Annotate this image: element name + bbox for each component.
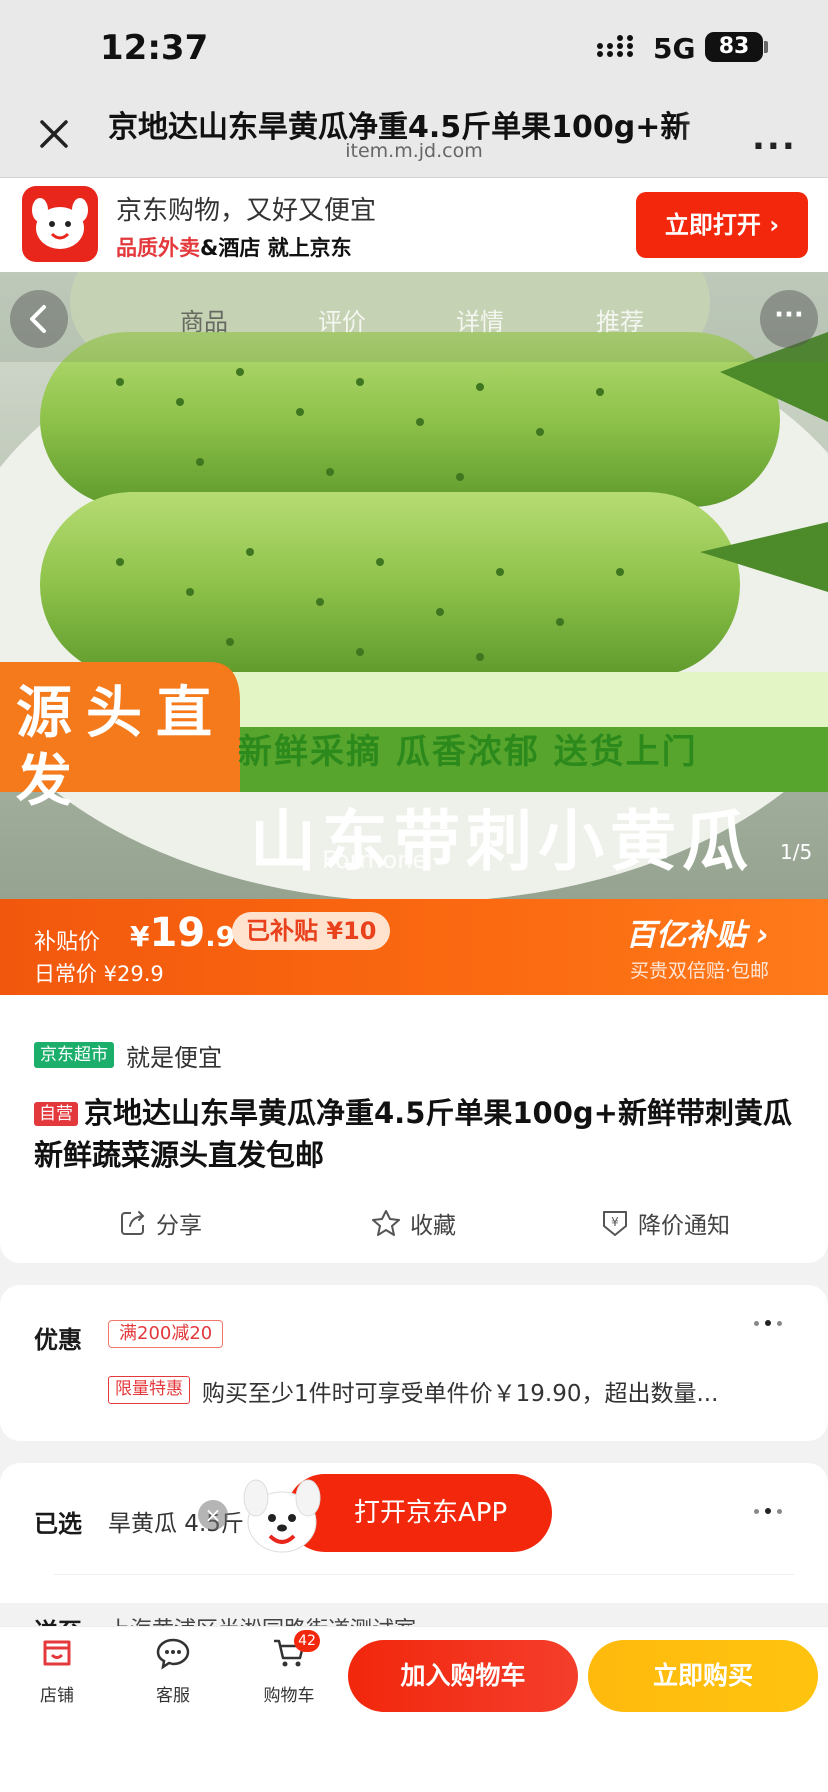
shop-button[interactable]: 店铺: [12, 1636, 102, 1706]
shop-label: 店铺: [40, 1686, 74, 1706]
page-domain: item.m.jd.com: [345, 140, 483, 162]
title-fade: [680, 102, 730, 142]
chevron-left-icon: [30, 305, 46, 333]
store-icon: [43, 1640, 71, 1666]
image-watermark: Formone: [322, 846, 428, 874]
banner-subline-rest: &酒店 就上京东: [200, 236, 352, 260]
back-button[interactable]: [10, 290, 68, 348]
tab-details[interactable]: 详情: [456, 302, 504, 337]
image-counter: 1/5: [780, 840, 813, 864]
add-to-cart-button[interactable]: 加入购物车: [348, 1640, 578, 1712]
share-label: 分享: [156, 1213, 202, 1239]
service-label: 客服: [156, 1686, 190, 1706]
coupon-tag: 满200减20: [108, 1320, 224, 1348]
network-label: 5G: [653, 32, 696, 65]
tab-reviews[interactable]: 评价: [318, 302, 366, 337]
share-button[interactable]: 分享: [118, 1206, 202, 1240]
product-image-carousel[interactable]: [0, 272, 828, 994]
more-menu-button[interactable]: ...: [752, 118, 797, 158]
favorite-label: 收藏: [410, 1213, 456, 1239]
subsidy-amount-badge: 已补贴 ¥10: [232, 912, 391, 950]
divider: [54, 1574, 794, 1575]
selection-more-icon[interactable]: [754, 1508, 782, 1514]
battery-indicator: 83: [705, 32, 763, 62]
star-icon: [372, 1210, 400, 1236]
price-tag-icon: ¥: [603, 1211, 627, 1236]
tab-product[interactable]: 商品: [180, 302, 228, 337]
price-integer: 19: [149, 910, 206, 956]
svg-text:¥: ¥: [611, 1215, 619, 1229]
product-photo: [0, 272, 828, 994]
close-float-button[interactable]: ×: [198, 1500, 228, 1530]
product-banner-tagline: 新鲜采摘 瓜香浓郁 送货上门: [238, 732, 698, 772]
supermarket-slogan: 就是便宜: [126, 1044, 222, 1072]
buy-now-button[interactable]: 立即购买: [588, 1640, 818, 1712]
jd-supermarket-tag: 京东超市: [34, 1042, 114, 1068]
promotion-description: 购买至少1件时可享受单件价￥19.90，超出数量...: [202, 1381, 719, 1407]
product-more-button[interactable]: ···: [760, 290, 818, 348]
cart-count-badge: 42: [294, 1630, 320, 1652]
signal-icon: [596, 34, 640, 62]
product-tab-bar: [0, 272, 828, 362]
banner-subline: 品质外卖&酒店 就上京东: [116, 232, 352, 262]
subsidy-price-label: 补贴价: [34, 930, 101, 955]
customer-service-button[interactable]: 客服: [128, 1636, 218, 1706]
self-operated-tag: 自营: [34, 1102, 78, 1126]
joy-mascot-icon: [232, 1470, 328, 1562]
battery-tip: [764, 41, 768, 53]
share-icon: [121, 1211, 145, 1235]
promotions-more-icon[interactable]: [754, 1320, 782, 1326]
limited-offer-tag: 限量特惠: [108, 1376, 190, 1404]
banner-headline: 京东购物，又好又便宜: [116, 196, 377, 226]
promotions-title: 优惠: [34, 1326, 82, 1354]
selected-title: 已选: [34, 1510, 82, 1538]
billion-subsidy-subtitle: 买贵双倍赔·包邮: [630, 960, 770, 982]
currency-symbol: ¥: [130, 920, 150, 953]
favorite-button[interactable]: 收藏: [370, 1206, 456, 1240]
product-title-text: 京地达山东旱黄瓜净重4.5斤单果100g+新鲜带刺黄瓜新鲜蔬菜源头直发包邮: [34, 1096, 792, 1172]
source-direct-badge: 源头直发: [16, 681, 226, 814]
chat-icon: [156, 1638, 190, 1670]
banner-subline-highlight: 品质外卖: [116, 236, 200, 260]
status-time: 12:37: [100, 28, 209, 68]
price-alert-label: 降价通知: [638, 1213, 730, 1239]
promotions-card[interactable]: [0, 1285, 828, 1441]
cart-label: 购物车: [263, 1686, 315, 1706]
product-title: 自营 京地达山东旱黄瓜净重4.5斤单果100g+新鲜带刺黄瓜新鲜蔬菜源头直发包邮: [34, 1092, 796, 1176]
jd-app-logo: [22, 186, 98, 262]
daily-price: 日常价 ¥29.9: [34, 962, 164, 986]
open-app-button[interactable]: 立即打开 ›: [636, 192, 808, 258]
tab-recommend[interactable]: 推荐: [596, 302, 644, 337]
price-alert-button[interactable]: ¥ 降价通知: [600, 1206, 730, 1240]
billion-subsidy-link[interactable]: 百亿补贴 ›: [626, 910, 769, 954]
cart-button[interactable]: 购物车: [244, 1636, 334, 1706]
